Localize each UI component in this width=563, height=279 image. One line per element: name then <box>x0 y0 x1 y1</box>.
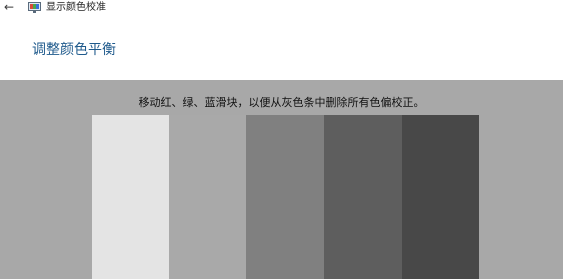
gray-bar-3 <box>246 115 324 279</box>
window-title: 显示颜色校准 <box>46 2 106 13</box>
display-color-calibration-icon <box>28 2 41 13</box>
gray-bar-1 <box>92 115 169 279</box>
instruction-text: 移动红、绿、蓝滑块，以便从灰色条中删除所有色偏校正。 <box>138 96 425 109</box>
gray-bar-4 <box>324 115 402 279</box>
gray-bar-5 <box>402 115 479 279</box>
calibration-area: 移动红、绿、蓝滑块，以便从灰色条中删除所有色偏校正。 <box>0 80 563 279</box>
page-heading: 调整颜色平衡 <box>32 42 116 58</box>
back-arrow-icon[interactable]: ← <box>4 0 14 15</box>
gray-bar-2 <box>169 115 246 279</box>
title-bar: ← 显示颜色校准 <box>0 0 563 17</box>
